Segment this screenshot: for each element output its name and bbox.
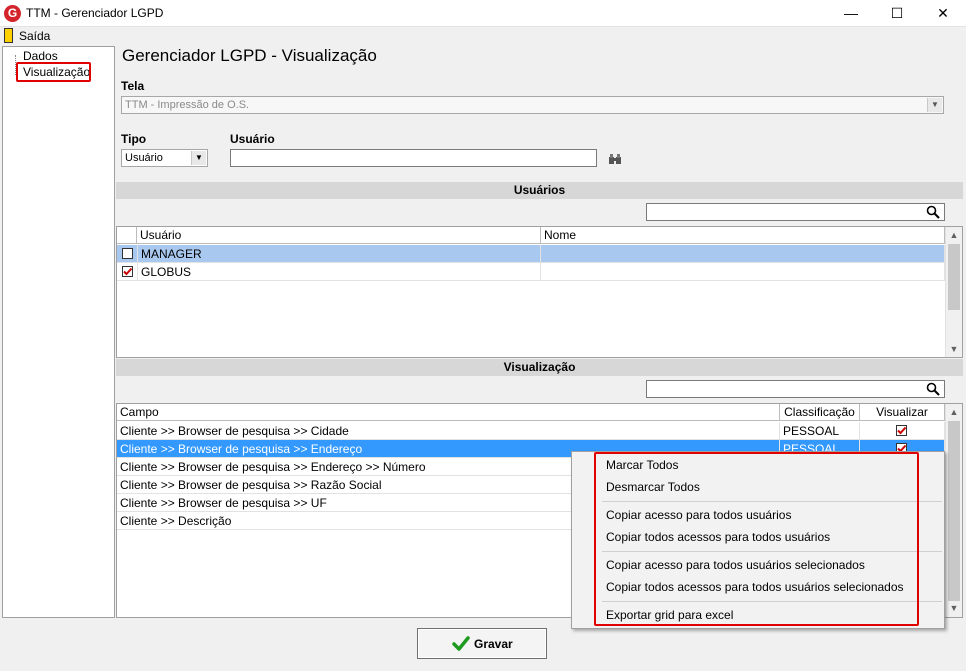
page-title: Gerenciador LGPD - Visualização xyxy=(122,46,377,65)
usuarios-section-header: Usuários xyxy=(116,182,963,199)
visualizacao-search[interactable] xyxy=(646,380,945,398)
cell-nome xyxy=(541,245,945,263)
tela-select[interactable]: TTM - Impressão de O.S. ▼ xyxy=(121,96,944,114)
chevron-down-icon: ▼ xyxy=(927,98,942,112)
binoculars-icon[interactable] xyxy=(608,154,622,165)
scroll-up-icon[interactable]: ▲ xyxy=(946,404,962,420)
usuarios-grid: Usuário Nome MANAGER GLOBUS ▲ ▼ xyxy=(116,226,963,358)
header-check-cell xyxy=(117,227,137,244)
exit-menu-item[interactable]: Saída xyxy=(0,27,60,45)
usuarios-grid-header: Usuário Nome xyxy=(117,227,945,244)
navigation-tree: Dados Visualização xyxy=(2,46,115,618)
exit-door-icon xyxy=(4,28,13,43)
tree-item-dados[interactable]: Dados xyxy=(23,49,58,63)
save-button-label: Gravar xyxy=(474,637,513,651)
column-header-usuario[interactable]: Usuário xyxy=(137,227,541,244)
close-button[interactable]: ✕ xyxy=(920,0,966,27)
usuario-input[interactable] xyxy=(230,149,597,167)
menu-bar: Saída xyxy=(0,27,966,45)
cell-nome xyxy=(541,263,945,281)
scroll-down-icon[interactable]: ▼ xyxy=(946,600,962,616)
checkmark-icon xyxy=(452,636,470,651)
highlight-annotation-menu xyxy=(594,452,919,626)
cell-classificacao: PESSOAL xyxy=(780,422,860,440)
table-row[interactable]: MANAGER xyxy=(117,245,945,263)
usuarios-search[interactable] xyxy=(646,203,945,221)
title-bar[interactable]: G TTM - Gerenciador LGPD — ☐ ✕ xyxy=(0,0,966,27)
cell-usuario: MANAGER xyxy=(137,245,541,263)
row-checkbox[interactable] xyxy=(122,248,133,259)
cell-campo: Cliente >> Browser de pesquisa >> Cidade xyxy=(117,422,780,440)
table-row[interactable]: Cliente >> Browser de pesquisa >> Cidade… xyxy=(117,422,945,440)
table-row[interactable]: GLOBUS xyxy=(117,263,945,281)
search-icon[interactable] xyxy=(926,382,940,396)
tipo-label: Tipo xyxy=(121,132,147,146)
maximize-button[interactable]: ☐ xyxy=(874,0,920,27)
tipo-select[interactable]: Usuário ▼ xyxy=(121,149,208,167)
scroll-down-icon[interactable]: ▼ xyxy=(946,341,962,357)
search-icon[interactable] xyxy=(926,205,940,219)
visualizar-checkbox[interactable] xyxy=(896,425,907,436)
usuarios-search-input[interactable] xyxy=(647,204,922,220)
cell-usuario: GLOBUS xyxy=(137,263,541,281)
usuarios-scrollbar[interactable]: ▲ ▼ xyxy=(945,227,962,357)
cell-visualizar xyxy=(860,422,945,440)
window-title: TTM - Gerenciador LGPD xyxy=(26,6,164,20)
row-checkbox[interactable] xyxy=(122,266,133,277)
visualizacao-search-input[interactable] xyxy=(647,381,922,397)
column-header-campo[interactable]: Campo xyxy=(117,404,780,421)
scroll-thumb[interactable] xyxy=(948,244,960,310)
scroll-up-icon[interactable]: ▲ xyxy=(946,227,962,243)
tipo-select-value: Usuário xyxy=(125,152,163,164)
column-header-nome[interactable]: Nome xyxy=(541,227,945,244)
visualizacao-grid-header: Campo Classificação Visualizar xyxy=(117,404,945,421)
minimize-button[interactable]: — xyxy=(828,0,874,27)
column-header-visualizar[interactable]: Visualizar xyxy=(860,404,945,421)
scroll-thumb[interactable] xyxy=(948,421,960,601)
visualizacao-section-header: Visualização xyxy=(116,359,963,376)
checkmark-icon xyxy=(897,426,907,435)
app-logo-icon: G xyxy=(4,5,21,22)
tela-select-value: TTM - Impressão de O.S. xyxy=(125,99,250,111)
save-button[interactable]: Gravar xyxy=(417,628,547,659)
usuario-label: Usuário xyxy=(230,132,275,146)
exit-menu-label: Saída xyxy=(19,29,51,43)
column-header-classificacao[interactable]: Classificação xyxy=(780,404,860,421)
tela-label: Tela xyxy=(121,79,145,93)
visualizacao-scrollbar[interactable]: ▲ ▼ xyxy=(945,404,962,617)
chevron-down-icon: ▼ xyxy=(191,151,206,165)
checkmark-icon xyxy=(123,267,133,276)
highlight-annotation-tree xyxy=(16,62,91,82)
